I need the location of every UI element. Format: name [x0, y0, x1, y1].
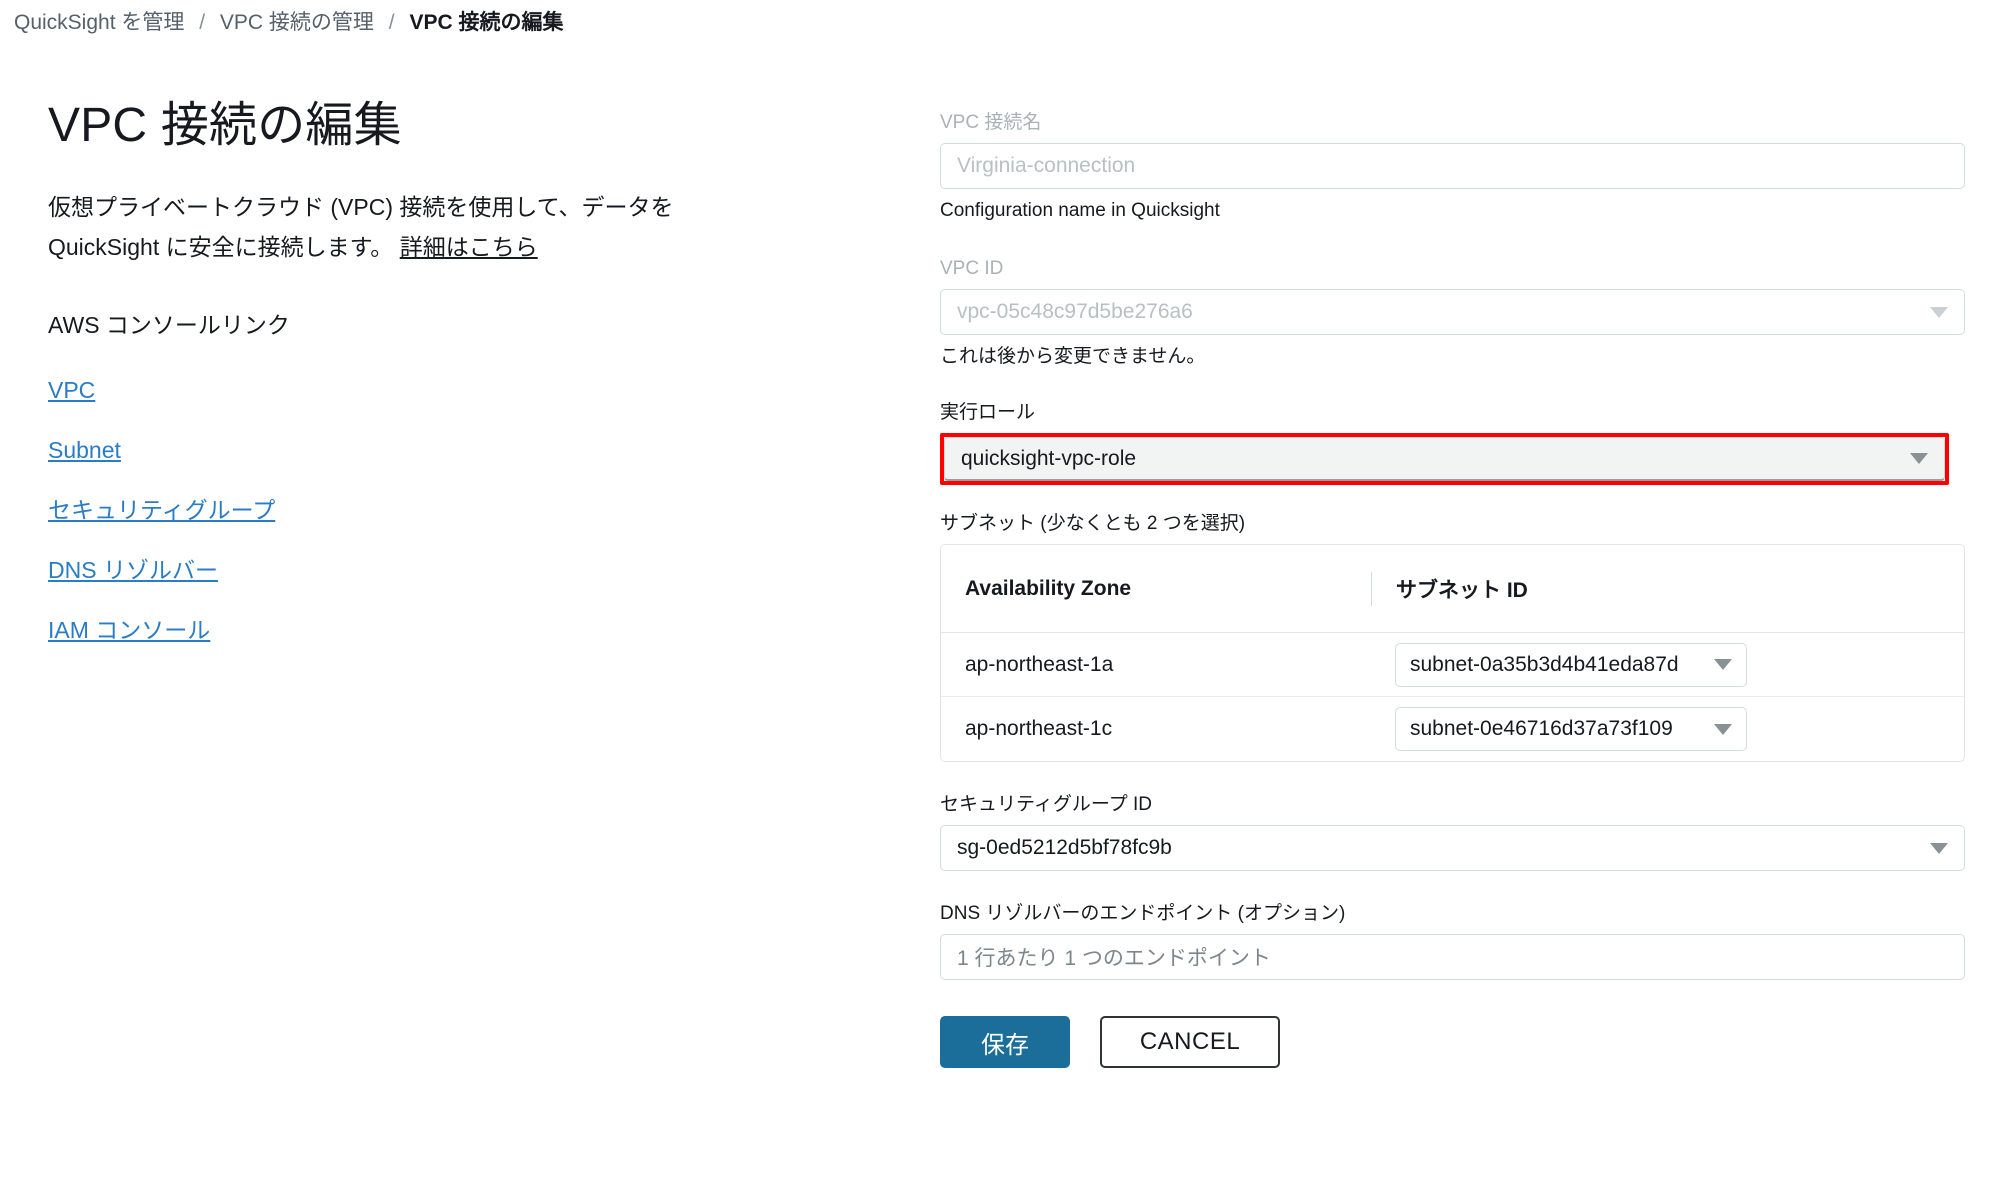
list-item: DNS リゾルバー: [48, 555, 748, 585]
link-dns-resolver[interactable]: DNS リゾルバー: [48, 555, 218, 585]
subnet-select-1c-value: subnet-0e46716d37a73f109: [1410, 717, 1673, 740]
subnet-select-1c[interactable]: subnet-0e46716d37a73f109: [1395, 707, 1747, 751]
page-title: VPC 接続の編集: [48, 99, 402, 152]
vpc-connection-form: VPC 接続名 Virginia-connection Configuratio…: [940, 110, 1965, 1068]
execution-role-select[interactable]: quicksight-vpc-role: [944, 437, 1945, 481]
connection-name-input: Virginia-connection: [940, 143, 1965, 189]
link-iam-console[interactable]: IAM コンソール: [48, 615, 210, 645]
subnets-label: サブネット (少なくとも 2 つを選択): [940, 513, 1246, 534]
list-item: セキュリティグループ: [48, 495, 748, 525]
breadcrumb-separator: /: [199, 11, 206, 34]
az-value: ap-northeast-1c: [965, 717, 1113, 740]
field-dns-resolver: DNS リゾルバーのエンドポイント (オプション) 1 行あたり 1 つのエンド…: [940, 901, 1965, 980]
execution-role-value: quicksight-vpc-role: [961, 446, 1137, 470]
field-vpc-id: VPC ID vpc-05c48c97d5be276a6 これは後から変更できま…: [940, 256, 1965, 370]
link-subnet[interactable]: Subnet: [48, 435, 121, 465]
link-vpc[interactable]: VPC: [48, 375, 95, 405]
field-security-group: セキュリティグループ ID sg-0ed5212d5bf78fc9b: [940, 792, 1965, 871]
connection-name-value: Virginia-connection: [957, 154, 1136, 177]
subnet-id-cell: subnet-0e46716d37a73f109: [1395, 707, 1964, 751]
subnet-id-cell: subnet-0a35b3d4b41eda87d: [1395, 642, 1964, 687]
subnet-select-1a[interactable]: subnet-0a35b3d4b41eda87d: [1395, 642, 1747, 687]
dns-resolver-label: DNS リゾルバーのエンドポイント (オプション): [940, 903, 1346, 924]
console-links-heading: AWS コンソールリンク: [48, 311, 290, 338]
breadcrumb-separator: /: [388, 11, 395, 34]
chevron-down-icon: [1930, 842, 1948, 854]
dns-resolver-placeholder: 1 行あたり 1 つのエンドポイント: [957, 947, 1271, 970]
table-row: ap-northeast-1c subnet-0e46716d37a73f109: [941, 697, 1964, 761]
table-row: ap-northeast-1a subnet-0a35b3d4b41eda87d: [941, 633, 1964, 697]
az-value: ap-northeast-1a: [965, 652, 1114, 676]
breadcrumb-item-edit-vpc-connection: VPC 接続の編集: [409, 11, 564, 34]
security-group-select[interactable]: sg-0ed5212d5bf78fc9b: [940, 825, 1965, 871]
vpc-id-select: vpc-05c48c97d5be276a6: [940, 289, 1965, 335]
list-item: IAM コンソール: [48, 615, 748, 645]
learn-more-link[interactable]: 詳細はこちら: [400, 234, 538, 260]
connection-name-helper: Configuration name in Quicksight: [940, 200, 1220, 221]
subnet-select-1a-value: subnet-0a35b3d4b41eda87d: [1410, 652, 1679, 676]
column-header-availability-zone: Availability Zone: [965, 576, 1132, 600]
connection-name-label: VPC 接続名: [940, 112, 1042, 133]
subnet-table-header: Availability Zone サブネット ID: [941, 545, 1964, 633]
list-item: Subnet: [48, 435, 748, 465]
execution-role-highlight-box: quicksight-vpc-role: [940, 433, 1949, 485]
breadcrumb: QuickSight を管理 / VPC 接続の管理 / VPC 接続の編集: [14, 8, 563, 38]
info-panel: VPC 接続の編集 仮想プライベートクラウド (VPC) 接続を使用して、データ…: [48, 99, 748, 675]
list-item: VPC: [48, 375, 748, 405]
chevron-down-icon: [1910, 453, 1928, 464]
column-header-subnet-id: サブネット ID: [1396, 578, 1528, 602]
field-connection-name: VPC 接続名 Virginia-connection Configuratio…: [940, 110, 1965, 224]
link-security-group[interactable]: セキュリティグループ: [48, 495, 275, 525]
intro-text: 仮想プライベートクラウド (VPC) 接続を使用して、データを QuickSig…: [48, 193, 674, 260]
dns-resolver-input[interactable]: 1 行あたり 1 つのエンドポイント: [940, 934, 1965, 980]
field-subnets: サブネット (少なくとも 2 つを選択) Availability Zone サ…: [940, 511, 1965, 762]
vpc-id-value: vpc-05c48c97d5be276a6: [957, 300, 1193, 323]
breadcrumb-item-manage-quicksight[interactable]: QuickSight を管理: [14, 11, 184, 34]
console-links-list: VPC Subnet セキュリティグループ DNS リゾルバー IAM コンソー…: [48, 375, 748, 645]
cancel-button[interactable]: CANCEL: [1100, 1016, 1280, 1068]
chevron-down-icon: [1930, 306, 1948, 318]
chevron-down-icon: [1714, 723, 1732, 735]
security-group-label: セキュリティグループ ID: [940, 794, 1152, 815]
vpc-id-label: VPC ID: [940, 258, 1004, 279]
intro-paragraph: 仮想プライベートクラウド (VPC) 接続を使用して、データを QuickSig…: [48, 187, 728, 267]
subnet-table: Availability Zone サブネット ID ap-northeast-…: [940, 544, 1965, 762]
security-group-value: sg-0ed5212d5bf78fc9b: [957, 836, 1172, 859]
save-button[interactable]: 保存: [940, 1016, 1070, 1068]
chevron-down-icon: [1714, 659, 1732, 670]
vpc-id-helper: これは後から変更できません。: [940, 346, 1206, 367]
breadcrumb-item-manage-vpc-connections[interactable]: VPC 接続の管理: [220, 11, 374, 34]
field-execution-role: 実行ロール quicksight-vpc-role: [940, 400, 1965, 485]
form-actions: 保存 CANCEL: [940, 1016, 1965, 1068]
execution-role-label: 実行ロール: [940, 402, 1036, 423]
